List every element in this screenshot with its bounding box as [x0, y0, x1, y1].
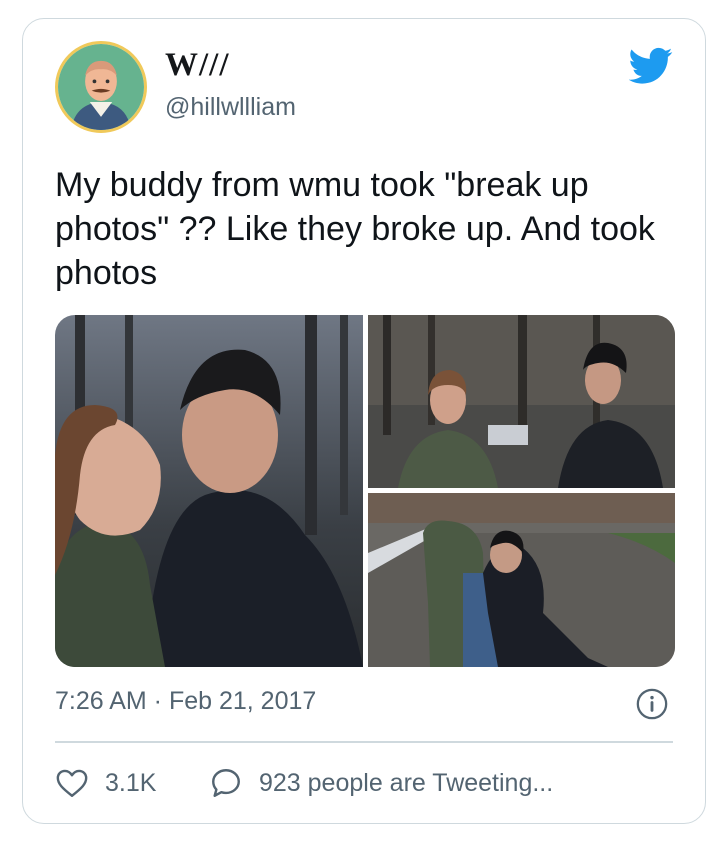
user-handle[interactable]: @hillwllliam [165, 93, 296, 122]
photo-couple-kiss[interactable] [55, 315, 363, 667]
display-name[interactable]: W/// [165, 47, 230, 84]
tweet-text: My buddy from wmu took "break up photos"… [55, 166, 655, 292]
twitter-bird-icon[interactable] [629, 47, 673, 85]
tweeting-button[interactable]: 923 people are Tweeting... [209, 763, 553, 803]
heart-icon [56, 769, 88, 797]
tweet-card: W/// @hillwllliam My buddy from wmu took… [22, 18, 706, 824]
like-count: 3.1K [105, 768, 157, 797]
photo-couple-road[interactable] [368, 493, 675, 667]
divider [55, 741, 673, 743]
media-grid [55, 315, 675, 667]
info-icon[interactable] [635, 687, 669, 721]
tweeting-label: 923 people are Tweeting... [259, 768, 554, 797]
speech-bubble-icon [212, 769, 240, 797]
tweet-timestamp[interactable]: 7:26 AM · Feb 21, 2017 [55, 687, 316, 716]
action-bar: 3.1K 923 people are Tweeting... [55, 763, 675, 803]
like-button[interactable]: 3.1K [55, 763, 156, 803]
avatar[interactable] [55, 41, 147, 133]
photo-couple-facing[interactable] [368, 315, 675, 488]
